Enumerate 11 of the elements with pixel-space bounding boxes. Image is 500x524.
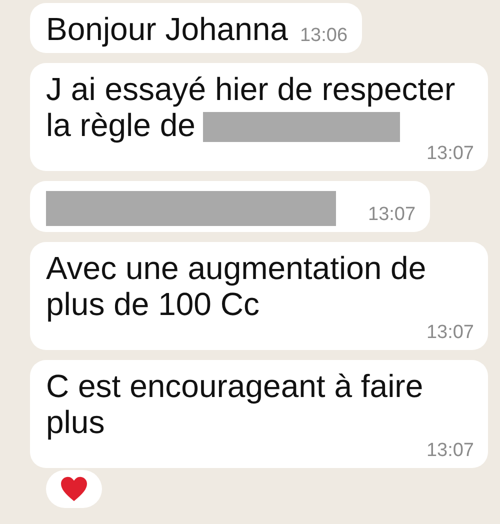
- message-time: 13:07: [425, 143, 474, 165]
- message-text: J ai essayé hier de respecter la règle de: [46, 71, 456, 143]
- message-text: C est encourageant à faire plus: [46, 368, 424, 440]
- reaction-badge[interactable]: [46, 470, 102, 508]
- message-text: Bonjour Johanna: [46, 11, 288, 47]
- message-time: 13:07: [367, 204, 416, 226]
- message-time: 13:06: [298, 25, 348, 47]
- message-time: 13:07: [425, 440, 474, 462]
- message-time: 13:07: [425, 322, 474, 344]
- message-text: Avec une augmentation de plus de 100 Cc: [46, 250, 426, 322]
- heart-icon: [60, 476, 88, 502]
